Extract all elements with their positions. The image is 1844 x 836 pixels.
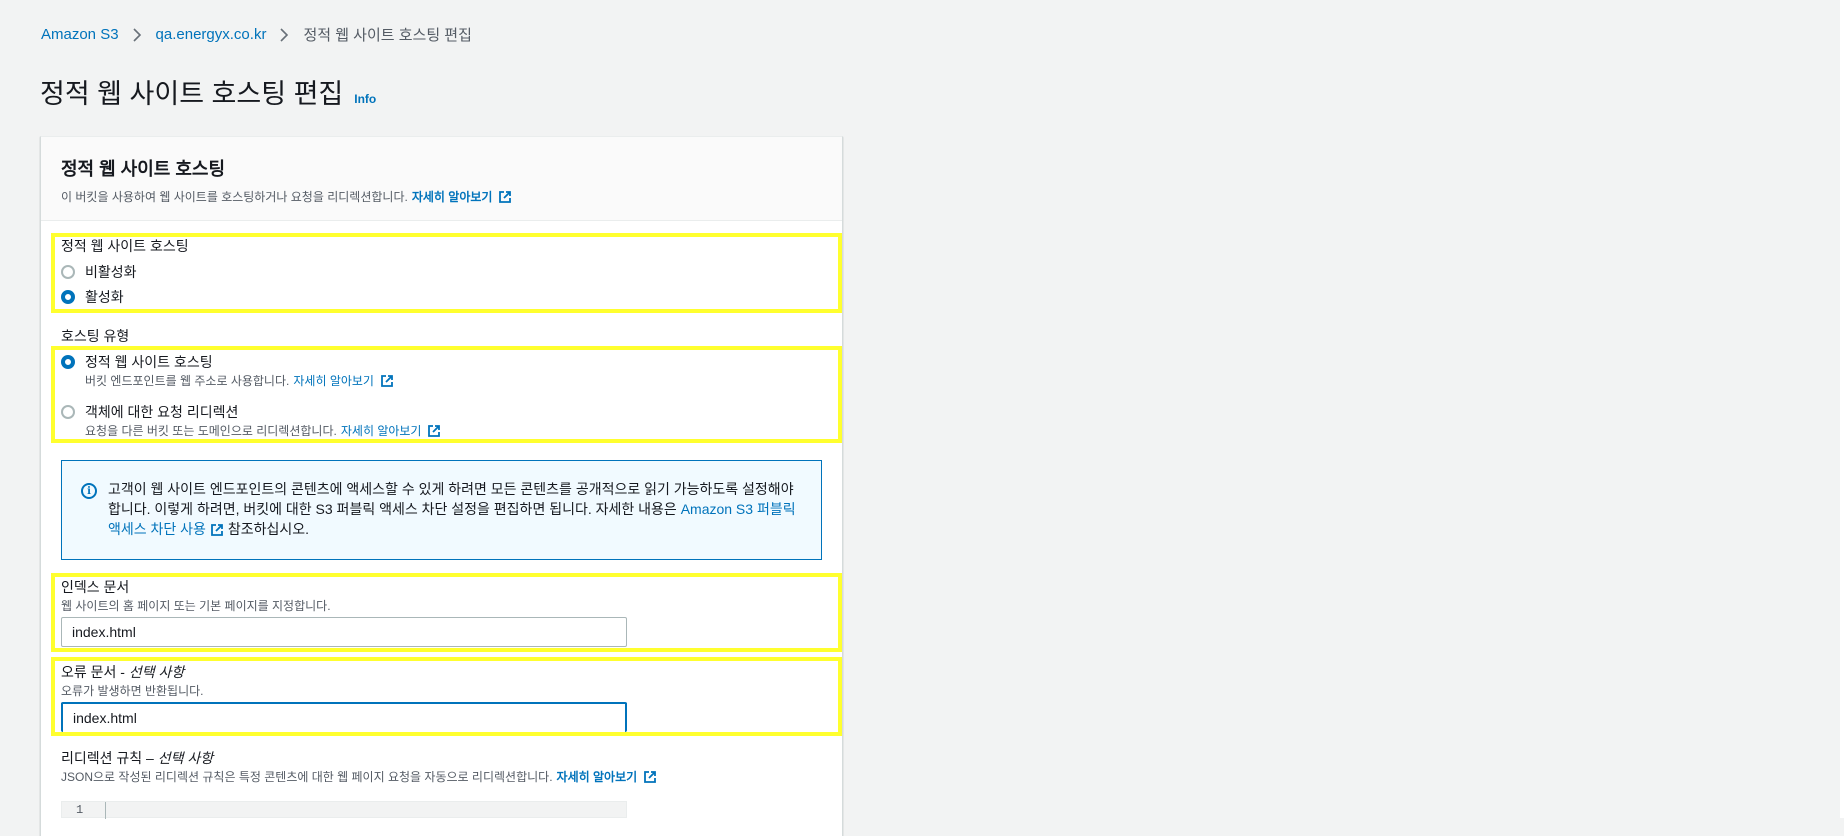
radio-disable[interactable]: 비활성화	[61, 262, 137, 282]
chevron-right-icon	[280, 27, 289, 42]
redirect-rules-desc: JSON으로 작성된 리디렉션 규칙은 특정 콘텐츠에 대한 웹 페이지 요청을…	[61, 768, 657, 785]
hosting-type-label: 호스팅 유형	[61, 328, 130, 344]
radio-static-hosting-input[interactable]	[61, 355, 75, 369]
external-link-icon	[499, 190, 512, 203]
info-link[interactable]: Info	[354, 92, 376, 106]
info-alert-text-2: 참조하십시오.	[223, 521, 310, 537]
radio-redirect-input[interactable]	[61, 405, 75, 419]
info-alert: i 고객이 웹 사이트 엔드포인트의 콘텐츠에 액세스할 수 있게 하려면 모든…	[61, 460, 822, 560]
index-document-label: 인덱스 문서	[61, 579, 130, 595]
breadcrumb-current: 정적 웹 사이트 호스팅 편집	[303, 27, 472, 44]
breadcrumb-bucket[interactable]: qa.energyx.co.kr	[156, 26, 267, 43]
redirect-rules-learn-more[interactable]: 자세히 알아보기	[557, 768, 638, 785]
redirect-learn-more[interactable]: 자세히 알아보기	[341, 422, 422, 439]
error-document-optional: 선택 사항	[128, 664, 185, 680]
external-link-icon	[381, 374, 393, 387]
panel-description: 이 버킷을 사용하여 웹 사이트를 호스팅하거나 요청을 리디렉션합니다. 자세…	[61, 188, 822, 205]
external-link-icon	[428, 424, 441, 437]
radio-static-hosting[interactable]: 정적 웹 사이트 호스팅	[61, 352, 213, 372]
static-hosting-desc: 버킷 엔드포인트를 웹 주소로 사용합니다. 자세히 알아보기	[85, 372, 394, 389]
radio-redirect-label: 객체에 대한 요청 리디렉션	[85, 404, 239, 420]
radio-static-hosting-label: 정적 웹 사이트 호스팅	[85, 354, 213, 370]
line-number: 1	[76, 803, 84, 817]
external-link-icon	[644, 770, 657, 783]
radio-disable-label: 비활성화	[85, 264, 137, 280]
redirect-desc-text: 요청을 다른 버킷 또는 도메인으로 리디렉션합니다.	[85, 424, 337, 438]
info-alert-text: 고객이 웹 사이트 엔드포인트의 콘텐츠에 액세스할 수 있게 하려면 모든 콘…	[108, 479, 808, 539]
redirect-rules-optional: 선택 사항	[157, 750, 214, 766]
static-hosting-learn-more[interactable]: 자세히 알아보기	[293, 372, 374, 389]
error-document-input[interactable]	[61, 702, 627, 732]
panel-title: 정적 웹 사이트 호스팅	[61, 159, 226, 179]
panel-description-text: 이 버킷을 사용하여 웹 사이트를 호스팅하거나 요청을 리디렉션합니다.	[61, 190, 408, 204]
radio-enable[interactable]: 활성화	[61, 287, 124, 307]
info-circle-icon: i	[81, 483, 97, 499]
learn-more-link[interactable]: 자세히 알아보기	[412, 188, 493, 205]
error-document-label-text: 오류 문서 -	[61, 664, 129, 680]
hosting-label: 정적 웹 사이트 호스팅	[61, 238, 189, 254]
redirect-desc: 요청을 다른 버킷 또는 도메인으로 리디렉션합니다. 자세히 알아보기	[85, 422, 441, 439]
external-link-icon	[211, 524, 223, 537]
page-title: 정적 웹 사이트 호스팅 편집	[40, 79, 344, 109]
radio-enable-label: 활성화	[85, 289, 124, 305]
breadcrumb-amazon-s3[interactable]: Amazon S3	[41, 26, 119, 43]
window-edge	[1840, 0, 1844, 818]
redirect-rules-label-text: 리디렉션 규칙 –	[61, 750, 158, 766]
breadcrumb: Amazon S3 qa.energyx.co.kr 정적 웹 사이트 호스팅 …	[41, 24, 472, 45]
page-header: 정적 웹 사이트 호스팅 편집 Info	[40, 72, 376, 111]
redirect-rules-desc-text: JSON으로 작성된 리디렉션 규칙은 특정 콘텐츠에 대한 웹 페이지 요청을…	[61, 770, 553, 784]
panel-header: 정적 웹 사이트 호스팅 이 버킷을 사용하여 웹 사이트를 호스팅하거나 요청…	[41, 137, 842, 221]
radio-redirect[interactable]: 객체에 대한 요청 리디렉션	[61, 402, 238, 422]
index-document-desc: 웹 사이트의 홈 페이지 또는 기본 페이지를 지정합니다.	[61, 599, 331, 613]
chevron-right-icon	[132, 27, 142, 42]
radio-enable-input[interactable]	[61, 290, 75, 304]
error-document-label: 오류 문서 - 선택 사항	[61, 662, 184, 682]
error-document-desc: 오류가 발생하면 반환됩니다.	[61, 684, 204, 698]
static-hosting-desc-text: 버킷 엔드포인트를 웹 주소로 사용합니다.	[85, 374, 290, 388]
index-document-input[interactable]	[61, 617, 627, 647]
editor-gutter	[105, 802, 106, 819]
radio-disable-input[interactable]	[61, 265, 75, 279]
redirect-rules-editor[interactable]: 1	[61, 801, 627, 819]
redirect-rules-label: 리디렉션 규칙 – 선택 사항	[61, 748, 213, 768]
